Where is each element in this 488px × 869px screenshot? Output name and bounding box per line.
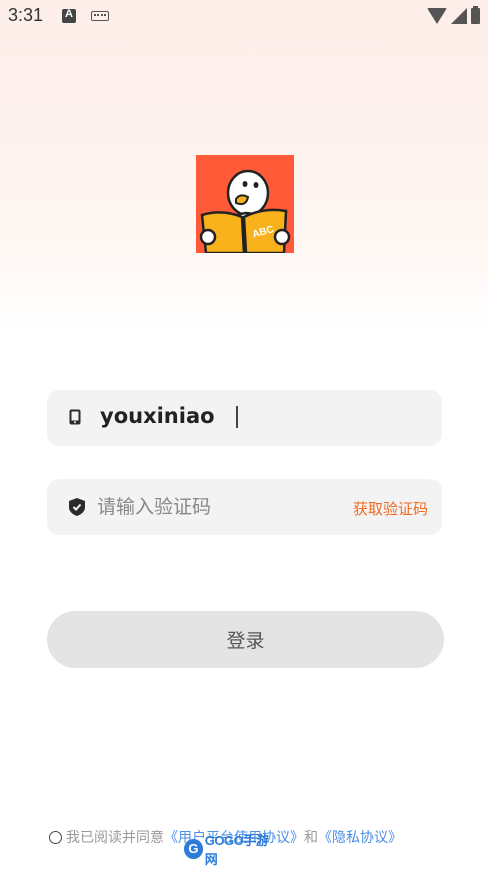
verification-code-field[interactable]: 获取验证码 <box>47 479 442 535</box>
login-button[interactable]: 登录 <box>47 611 444 668</box>
app-logo: ABC <box>196 155 294 253</box>
phone-icon <box>69 409 81 429</box>
watermark: G GOGO手游网 <box>184 833 276 867</box>
get-code-button[interactable]: 获取验证码 <box>353 498 428 519</box>
status-time: 3:31 <box>8 5 44 25</box>
signal-icon <box>451 8 467 24</box>
agreement-conjunction: 和 <box>304 830 318 846</box>
privacy-policy-link[interactable]: 《隐私协议》 <box>318 827 402 847</box>
duck-reading-book-logo-icon: ABC <box>196 155 294 253</box>
agreement-prefix: 我已阅读并同意 <box>66 830 164 846</box>
verification-code-input[interactable] <box>97 491 297 523</box>
watermark-text: GOGO手游网 <box>204 833 269 867</box>
status-bar: 3:31 <box>0 0 488 34</box>
keyboard-icon <box>91 11 109 21</box>
phone-field[interactable]: youxiniao <box>47 390 442 446</box>
agreement-radio[interactable] <box>49 830 62 844</box>
wifi-icon <box>427 8 447 24</box>
phone-input-value[interactable]: youxiniao <box>100 404 215 428</box>
a-notification-icon <box>62 8 76 23</box>
status-icons <box>427 6 480 26</box>
shield-check-icon <box>69 498 85 520</box>
battery-icon <box>471 6 480 24</box>
text-cursor <box>236 406 238 428</box>
watermark-logo-icon: G <box>184 839 203 859</box>
